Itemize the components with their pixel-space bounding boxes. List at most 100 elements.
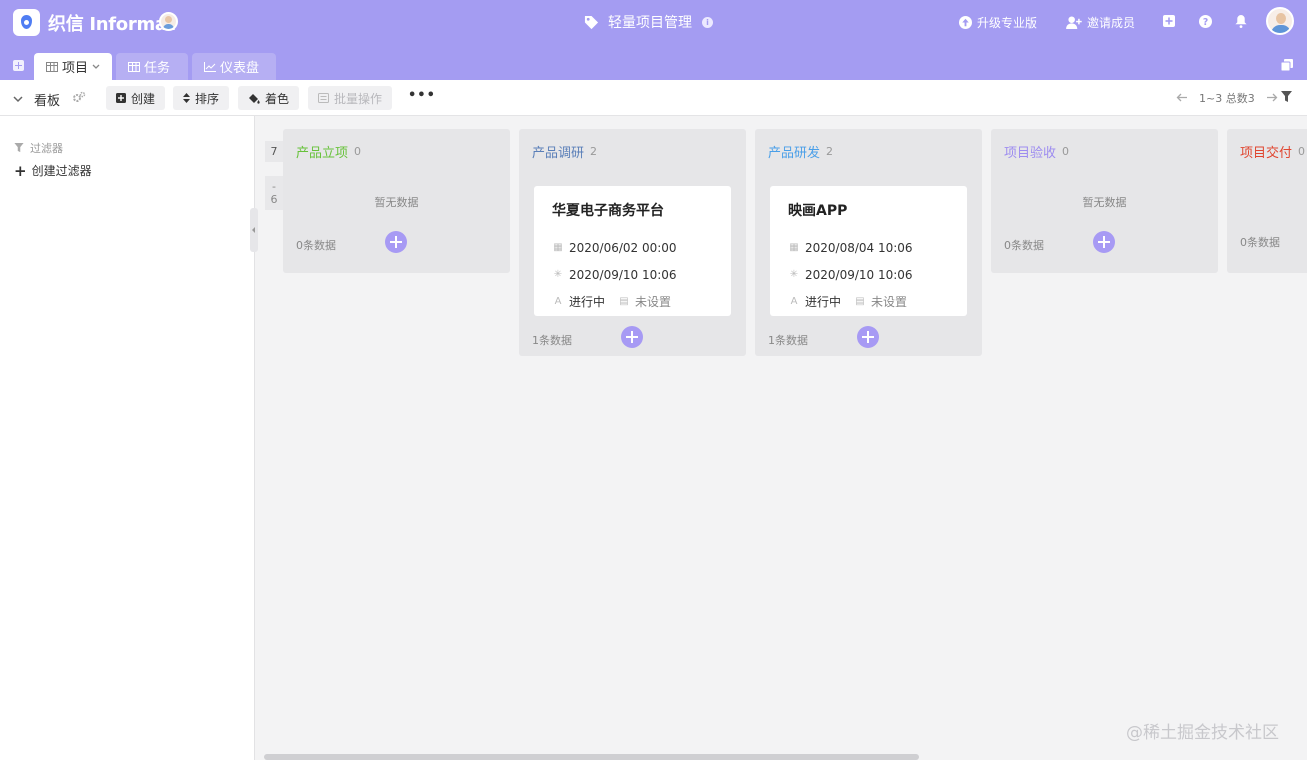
column-footer: 0条数据 xyxy=(283,221,510,265)
kanban-card[interactable]: 华夏电子商务平台 ▦ 2020/06/02 00:00 ✳ 2020/09/10… xyxy=(534,186,731,316)
card-status-row: A 进行中 ▤ 未设置 xyxy=(552,288,713,315)
info-icon[interactable]: i xyxy=(702,16,713,28)
create-label: 创建 xyxy=(131,91,156,106)
arrow-left-icon[interactable] xyxy=(1176,92,1187,105)
column-count: 2 xyxy=(590,144,598,158)
kanban-column: 产品调研 2 华夏电子商务平台 ▦ 2020/06/02 00:00 ✳ 202… xyxy=(519,129,746,356)
logo-icon[interactable] xyxy=(13,9,40,36)
logo-text[interactable]: 织信 Informat xyxy=(48,10,175,36)
column-record-count: 0条数据 xyxy=(1240,236,1280,249)
window-copy-icon[interactable] xyxy=(1280,59,1293,72)
top-header: 织信 Informat 轻量项目管理 i 升级专业版 邀请成员 ? 项目 任务 … xyxy=(0,0,1307,80)
column-count: 0 xyxy=(1062,144,1070,158)
chevron-down-icon[interactable] xyxy=(13,92,23,106)
kanban-card[interactable]: 映画APP ▦ 2020/08/04 10:06 ✳ 2020/09/10 10… xyxy=(770,186,967,316)
add-card-button[interactable] xyxy=(621,326,643,348)
column-record-count: 1条数据 xyxy=(532,334,572,347)
tab-dashboard[interactable]: 仪表盘 xyxy=(192,53,276,80)
kanban-column: 项目验收 0 暂无数据 0条数据 xyxy=(991,129,1218,273)
line-chart-icon xyxy=(204,61,216,72)
column-footer: 1条数据 xyxy=(519,316,746,360)
column-record-count: 0条数据 xyxy=(1004,239,1044,252)
create-filter-label: 创建过滤器 xyxy=(31,164,92,178)
color-button[interactable]: 着色 xyxy=(238,86,300,110)
column-header[interactable]: 项目验收 0 xyxy=(991,129,1218,173)
svg-text:?: ? xyxy=(1202,16,1207,27)
column-header[interactable]: 产品调研 2 xyxy=(519,129,746,173)
color-label: 着色 xyxy=(265,91,290,106)
tag-icon xyxy=(584,15,599,30)
view-toolbar: 看板 创建 排序 着色 批量操作 ••• 1~3 总数3 xyxy=(0,80,1307,116)
column-footer: 0条数据 xyxy=(1227,218,1307,262)
column-footer: 0条数据 xyxy=(991,221,1218,265)
status-value: 进行中 xyxy=(805,295,842,309)
page-chip-top[interactable]: 7 xyxy=(265,141,283,162)
app-title: 轻量项目管理 i xyxy=(584,12,713,32)
page-chip-bottom[interactable]: - 6 xyxy=(265,176,283,210)
empty-state: 暂无数据 xyxy=(374,196,419,209)
asterisk-icon: ✳ xyxy=(553,269,563,280)
calendar-icon: ▦ xyxy=(553,242,563,253)
filter-icon[interactable] xyxy=(1281,91,1292,106)
column-header[interactable]: 项目交付 0 xyxy=(1227,129,1307,173)
kanban-column: 产品研发 2 映画APP ▦ 2020/08/04 10:06 ✳ 2020/0… xyxy=(755,129,982,356)
add-tab-icon[interactable] xyxy=(13,60,24,71)
column-title: 产品立项 xyxy=(296,145,349,161)
sort-button[interactable]: 排序 xyxy=(173,86,230,110)
status-value: 进行中 xyxy=(569,295,606,309)
tab-projects[interactable]: 项目 xyxy=(34,53,113,80)
plus-icon: + xyxy=(14,161,27,180)
add-card-button[interactable] xyxy=(857,326,879,348)
column-header[interactable]: 产品研发 2 xyxy=(755,129,982,173)
pagination: 1~3 总数3 xyxy=(1170,90,1284,106)
card-title: 映画APP xyxy=(788,203,848,219)
upgrade-button[interactable]: 升级专业版 xyxy=(959,12,1037,32)
column-record-count: 0条数据 xyxy=(296,239,336,252)
kanban-board: 7 - 6 产品立项 0 暂无数据 0条数据 产品调研 2 华夏电子商务平台 ▦… xyxy=(256,116,1307,760)
column-title: 产品研发 xyxy=(768,145,821,161)
empty-state: 暂无数据 xyxy=(1082,196,1127,209)
horizontal-scrollbar[interactable] xyxy=(264,754,919,760)
add-card-button[interactable] xyxy=(1093,231,1115,253)
tab-label: 项目 xyxy=(62,61,89,76)
card-start-date: ▦ 2020/06/02 00:00 xyxy=(552,234,713,261)
upgrade-label: 升级专业版 xyxy=(977,15,1038,30)
start-date-value: 2020/06/02 00:00 xyxy=(569,240,677,255)
invite-button[interactable]: 邀请成员 xyxy=(1066,12,1135,32)
more-icon[interactable]: ••• xyxy=(408,88,436,103)
document-icon: ▤ xyxy=(619,296,629,307)
workspace-avatar[interactable] xyxy=(159,12,178,31)
add-card-button[interactable] xyxy=(385,231,407,253)
bell-icon[interactable] xyxy=(1234,14,1248,28)
card-title: 华夏电子商务平台 xyxy=(552,203,664,219)
paint-bucket-icon xyxy=(248,93,260,104)
card-end-date: ✳ 2020/09/10 10:06 xyxy=(552,261,713,288)
column-title: 产品调研 xyxy=(532,145,585,161)
create-filter-button[interactable]: + 创建过滤器 xyxy=(14,162,92,179)
document-icon: ▤ xyxy=(855,296,865,307)
column-count: 2 xyxy=(826,144,834,158)
tab-label: 任务 xyxy=(144,61,171,76)
column-title: 项目交付 xyxy=(1240,145,1293,161)
card-start-date: ▦ 2020/08/04 10:06 xyxy=(788,234,949,261)
gear-icon[interactable] xyxy=(72,91,86,106)
tab-label: 仪表盘 xyxy=(220,61,260,76)
help-icon[interactable]: ? xyxy=(1198,14,1212,28)
filter-icon xyxy=(14,143,24,153)
create-button[interactable]: 创建 xyxy=(106,86,166,110)
user-avatar[interactable] xyxy=(1266,7,1294,35)
view-title[interactable]: 看板 xyxy=(34,90,60,109)
tab-tasks[interactable]: 任务 xyxy=(116,53,188,80)
sort-label: 排序 xyxy=(195,91,220,106)
filter-heading: 过滤器 xyxy=(14,140,63,156)
end-date-value: 2020/09/10 10:06 xyxy=(805,267,913,282)
arrow-right-icon[interactable] xyxy=(1266,92,1278,105)
batch-label: 批量操作 xyxy=(334,91,383,106)
column-count: 0 xyxy=(354,144,362,158)
add-square-icon[interactable] xyxy=(1162,14,1176,28)
text-a-icon: A xyxy=(554,296,562,307)
start-date-value: 2020/08/04 10:06 xyxy=(805,240,913,255)
batch-operation-button[interactable]: 批量操作 xyxy=(308,86,393,110)
column-header[interactable]: 产品立项 0 xyxy=(283,129,510,173)
table-icon xyxy=(46,61,58,72)
